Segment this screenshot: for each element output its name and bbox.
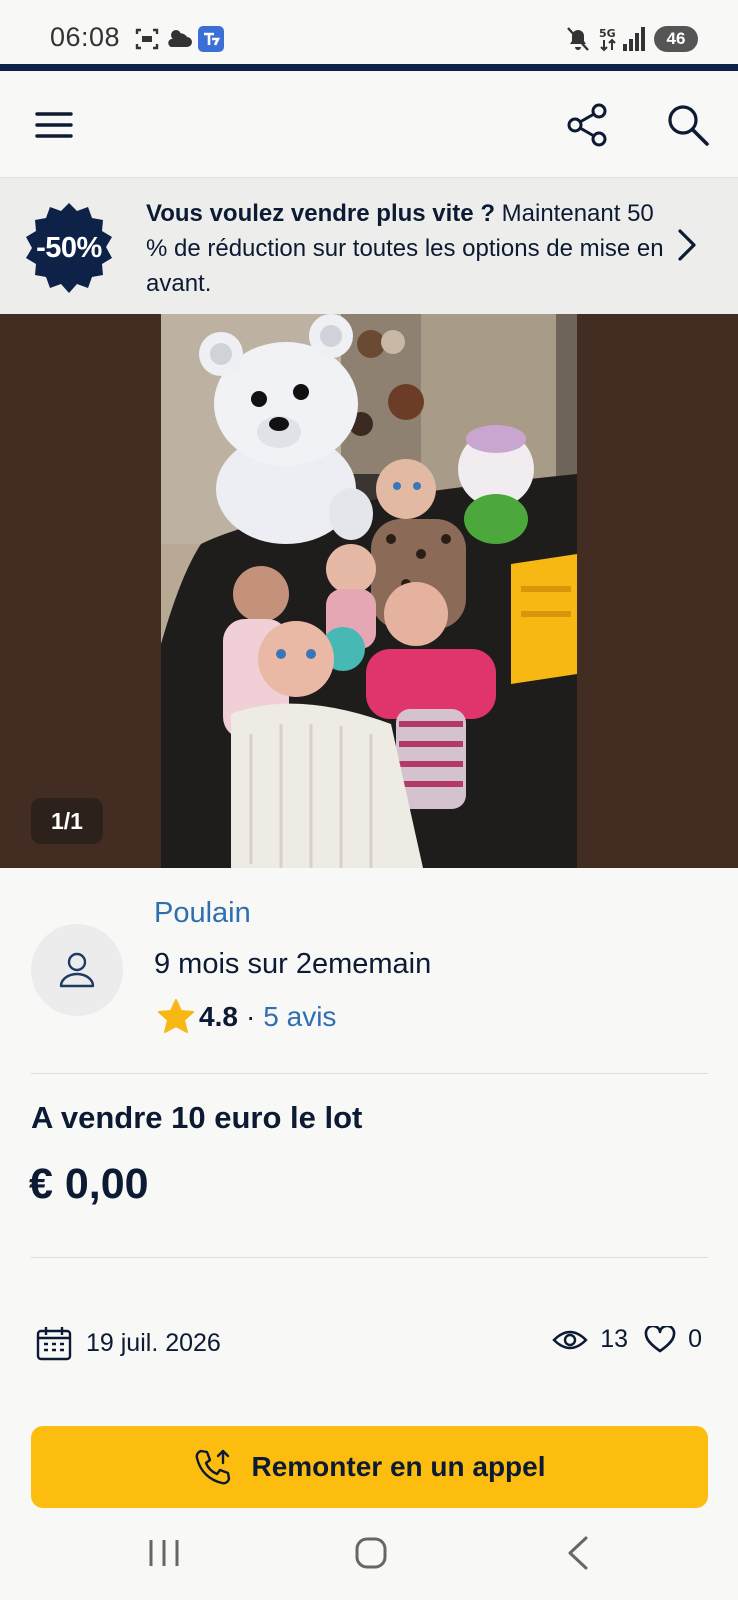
recents-button[interactable] <box>134 1528 194 1578</box>
rating-separator: · <box>245 1001 256 1032</box>
eye-icon <box>552 1330 588 1349</box>
listing-date: 19 juil. 2026 <box>36 1325 221 1361</box>
chevron-right-icon <box>678 229 696 261</box>
home-icon <box>355 1537 387 1569</box>
photo-gallery[interactable]: 1/1 <box>0 314 738 868</box>
view-count: 13 <box>600 1325 629 1353</box>
photo-counter: 1/1 <box>31 798 103 844</box>
listing-stats: 13 0 <box>552 1325 702 1354</box>
promo-text: Vous voulez vendre plus vite ? Maintenan… <box>146 196 666 301</box>
svg-text:5G: 5G <box>599 27 616 40</box>
divider <box>31 1257 708 1258</box>
screenshot-icon <box>135 28 159 50</box>
recents-icon <box>149 1540 179 1566</box>
mute-icon <box>567 27 589 51</box>
listing-title: A vendre 10 euro le lot <box>31 1100 363 1135</box>
photo-dolls-image <box>161 314 577 868</box>
cloud-icon <box>168 30 192 47</box>
status-bar: 06:08 5G 46 <box>0 0 738 64</box>
app-header <box>0 71 738 178</box>
heart-icon[interactable] <box>644 1325 676 1354</box>
status-time: 06:08 <box>50 22 121 52</box>
user-icon <box>59 952 95 988</box>
system-navigation-bar <box>0 1508 738 1600</box>
signal-icon <box>623 27 645 51</box>
home-button[interactable] <box>341 1528 401 1578</box>
rating-score: 4.8 <box>199 1001 238 1032</box>
seller-avatar[interactable] <box>31 924 123 1016</box>
bump-listing-button[interactable]: Remonter en un appel <box>31 1426 708 1508</box>
share-icon <box>567 103 607 147</box>
back-button[interactable] <box>548 1528 608 1578</box>
menu-icon <box>35 112 73 138</box>
bump-listing-label: Remonter en un appel <box>251 1451 546 1482</box>
search-button[interactable] <box>662 99 714 151</box>
promo-banner[interactable]: -50% Vous voulez vendre plus vite ? Main… <box>0 178 738 314</box>
battery-indicator: 46 <box>654 26 698 52</box>
promo-badge-label: -50% <box>36 231 102 264</box>
calendar-icon <box>36 1327 72 1361</box>
divider <box>31 1073 708 1074</box>
promo-headline: Vous voulez vendre plus vite ? <box>146 200 495 227</box>
seller-rating: 4.8 · 5 avis <box>157 997 336 1037</box>
back-icon <box>568 1536 588 1570</box>
seller-member-since: 9 mois sur 2ememain <box>154 948 432 980</box>
search-icon <box>668 105 709 146</box>
favorite-count: 0 <box>688 1325 702 1353</box>
phone-upgrade-icon <box>196 1449 231 1485</box>
listing-photo[interactable] <box>161 314 577 868</box>
share-button[interactable] <box>562 99 614 151</box>
reviews-link[interactable]: 5 avis <box>263 1001 336 1033</box>
star-icon <box>158 999 194 1033</box>
menu-button[interactable] <box>28 99 80 151</box>
header-accent-rule <box>0 64 738 71</box>
seller-name[interactable]: Poulain <box>154 897 251 930</box>
listing-date-text: 19 juil. 2026 <box>86 1328 221 1357</box>
listing-price: € 0,00 <box>29 1160 149 1208</box>
app-notification-icon <box>198 26 224 52</box>
network-5g-icon: 5G <box>599 27 616 52</box>
